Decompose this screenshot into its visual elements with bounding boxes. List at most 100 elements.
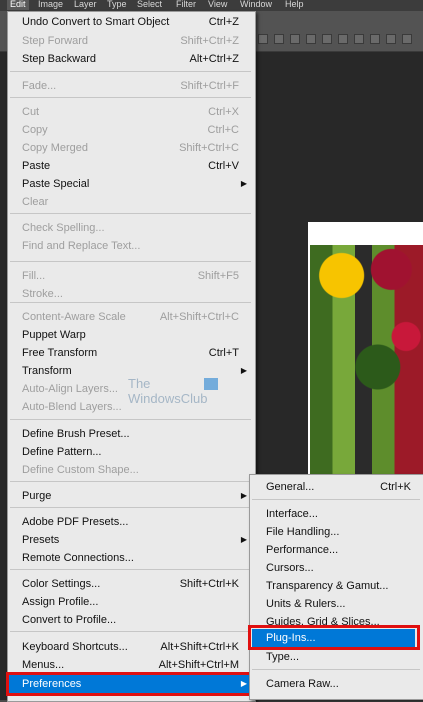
menu-separator [10, 631, 251, 632]
pref-item-file-handling[interactable]: File Handling... [252, 523, 415, 541]
menu-item-keyboard-shortcuts[interactable]: Keyboard Shortcuts... Alt+Shift+Ctrl+K [8, 638, 253, 656]
menu-item-label: Transparency & Gamut... [266, 580, 389, 592]
edit-menu: Undo Convert to Smart Object Ctrl+Z Step F… [6, 11, 256, 702]
menu-layer[interactable]: Layer [74, 0, 97, 10]
menu-item-label: Performance... [266, 544, 339, 556]
watermark: The WindowsClub [128, 376, 218, 406]
menu-item-presets[interactable]: Presets ▶ [8, 531, 253, 549]
menu-item-shortcut: Ctrl+V [208, 160, 239, 172]
menu-item-label: Clear [22, 196, 49, 208]
menu-item-label: Cursors... [266, 562, 314, 574]
watermark-logo-icon [204, 378, 218, 390]
menu-item-fill: Fill... Shift+F5 [8, 267, 253, 285]
align-icon[interactable] [258, 34, 268, 44]
menu-item-convert-to-profile[interactable]: Convert to Profile... [8, 611, 253, 629]
menu-item-label: Step Backward [22, 53, 96, 65]
menu-item-copy: Copy Ctrl+C [8, 121, 253, 139]
menu-item-paste[interactable]: Paste Ctrl+V [8, 157, 253, 175]
align-icon[interactable] [338, 34, 348, 44]
menu-item-label: General... [266, 481, 315, 493]
menu-item-free-transform[interactable]: Free Transform Ctrl+T [8, 344, 253, 362]
annotation-highlight-box [6, 672, 253, 696]
menu-item-assign-profile[interactable]: Assign Profile... [8, 593, 253, 611]
pref-item-camera-raw[interactable]: Camera Raw... [252, 675, 415, 693]
align-icon[interactable] [306, 34, 316, 44]
menu-item-shortcut: Shift+Ctrl+Z [180, 35, 239, 47]
menu-view[interactable]: View [208, 0, 227, 10]
menu-item-shortcut: Alt+Ctrl+Z [189, 53, 239, 65]
pref-item-units-rulers[interactable]: Units & Rulers... [252, 595, 415, 613]
menu-type[interactable]: Type [107, 0, 127, 10]
pref-item-transparency-gamut[interactable]: Transparency & Gamut... [252, 577, 415, 595]
menu-item-define-brush-preset[interactable]: Define Brush Preset... [8, 425, 253, 443]
menu-item-label: Presets [22, 534, 60, 546]
menu-item-shortcut: Ctrl+C [207, 124, 239, 136]
menu-item-label: Define Pattern... [22, 446, 102, 458]
menu-window[interactable]: Window [240, 0, 272, 10]
menu-item-label: Copy Merged [22, 142, 89, 154]
menu-item-purge[interactable]: Purge ▶ [8, 487, 253, 505]
menu-item-label: Color Settings... [22, 578, 101, 590]
submenu-arrow-icon: ▶ [240, 366, 247, 375]
submenu-arrow-icon: ▶ [240, 179, 247, 188]
menu-item-shortcut: Ctrl+Z [208, 16, 239, 28]
menu-item-label: Auto-Align Layers... [22, 383, 118, 395]
menu-item-paste-special[interactable]: Paste Special ▶ [8, 175, 253, 193]
menu-item-shortcut: Alt+Shift+Ctrl+C [159, 311, 239, 323]
menu-separator [10, 261, 251, 262]
menu-item-adobe-pdf-presets[interactable]: Adobe PDF Presets... [8, 513, 253, 531]
menu-item-label: Define Custom Shape... [22, 464, 139, 476]
menu-item-clear: Clear [8, 193, 253, 211]
align-icon[interactable] [402, 34, 412, 44]
align-icon[interactable] [370, 34, 380, 44]
menu-separator [10, 569, 251, 570]
menu-item-step-forward: Step Forward Shift+Ctrl+Z [8, 32, 253, 50]
align-icon[interactable] [290, 34, 300, 44]
menu-item-undo-convert-to-smart-object[interactable]: Undo Convert to Smart Object Ctrl+Z [8, 13, 253, 31]
pref-item-type[interactable]: Type... [252, 648, 415, 666]
menu-separator [10, 507, 251, 508]
menu-item-color-settings[interactable]: Color Settings... Shift+Ctrl+K [8, 575, 253, 593]
menu-item-shortcut: Shift+Ctrl+K [179, 578, 239, 590]
menu-item-label: Transform [22, 365, 72, 377]
menu-separator [10, 213, 251, 214]
menu-item-shortcut: Shift+Ctrl+C [179, 142, 239, 154]
menu-item-label: Step Forward [22, 35, 89, 47]
watermark-line2: WindowsClub [128, 391, 208, 406]
menu-filter[interactable]: Filter [176, 0, 196, 10]
menu-help[interactable]: Help [285, 0, 304, 10]
menu-item-step-backward[interactable]: Step Backward Alt+Ctrl+Z [8, 50, 253, 68]
menu-separator [10, 481, 251, 482]
pref-item-performance[interactable]: Performance... [252, 541, 415, 559]
menu-separator [10, 71, 251, 72]
menu-item-content-aware-scale: Content-Aware Scale Alt+Shift+Ctrl+C [8, 308, 253, 326]
align-icon[interactable] [322, 34, 332, 44]
menu-item-label: Keyboard Shortcuts... [22, 641, 128, 653]
menu-select[interactable]: Select [137, 0, 162, 10]
menu-separator [252, 499, 420, 500]
menu-item-puppet-warp[interactable]: Puppet Warp [8, 326, 253, 344]
menu-item-label: Define Brush Preset... [22, 428, 130, 440]
menu-image[interactable]: Image [38, 0, 63, 10]
align-icon[interactable] [386, 34, 396, 44]
pref-item-cursors[interactable]: Cursors... [252, 559, 415, 577]
submenu-arrow-icon: ▶ [240, 491, 247, 500]
menu-item-label: Auto-Blend Layers... [22, 401, 122, 413]
menu-item-label: Cut [22, 106, 40, 118]
menu-edit[interactable]: Edit [7, 0, 29, 10]
menu-item-remote-connections[interactable]: Remote Connections... [8, 549, 253, 567]
menu-separator [10, 97, 251, 98]
menu-item-define-pattern[interactable]: Define Pattern... [8, 443, 253, 461]
menu-item-label: Adobe PDF Presets... [22, 516, 129, 528]
menu-item-label: Find and Replace Text... [22, 240, 141, 252]
menu-item-shortcut: Shift+F5 [197, 270, 239, 282]
submenu-arrow-icon: ▶ [240, 535, 247, 544]
pref-item-general[interactable]: General... Ctrl+K [252, 478, 415, 496]
pref-item-interface[interactable]: Interface... [252, 505, 415, 523]
align-icon[interactable] [354, 34, 364, 44]
align-icon[interactable] [274, 34, 284, 44]
annotation-highlight-box [248, 625, 420, 650]
menu-item-label: Content-Aware Scale [22, 311, 126, 323]
menu-item-label: Puppet Warp [22, 329, 86, 341]
menu-item-label: Fade... [22, 80, 57, 92]
